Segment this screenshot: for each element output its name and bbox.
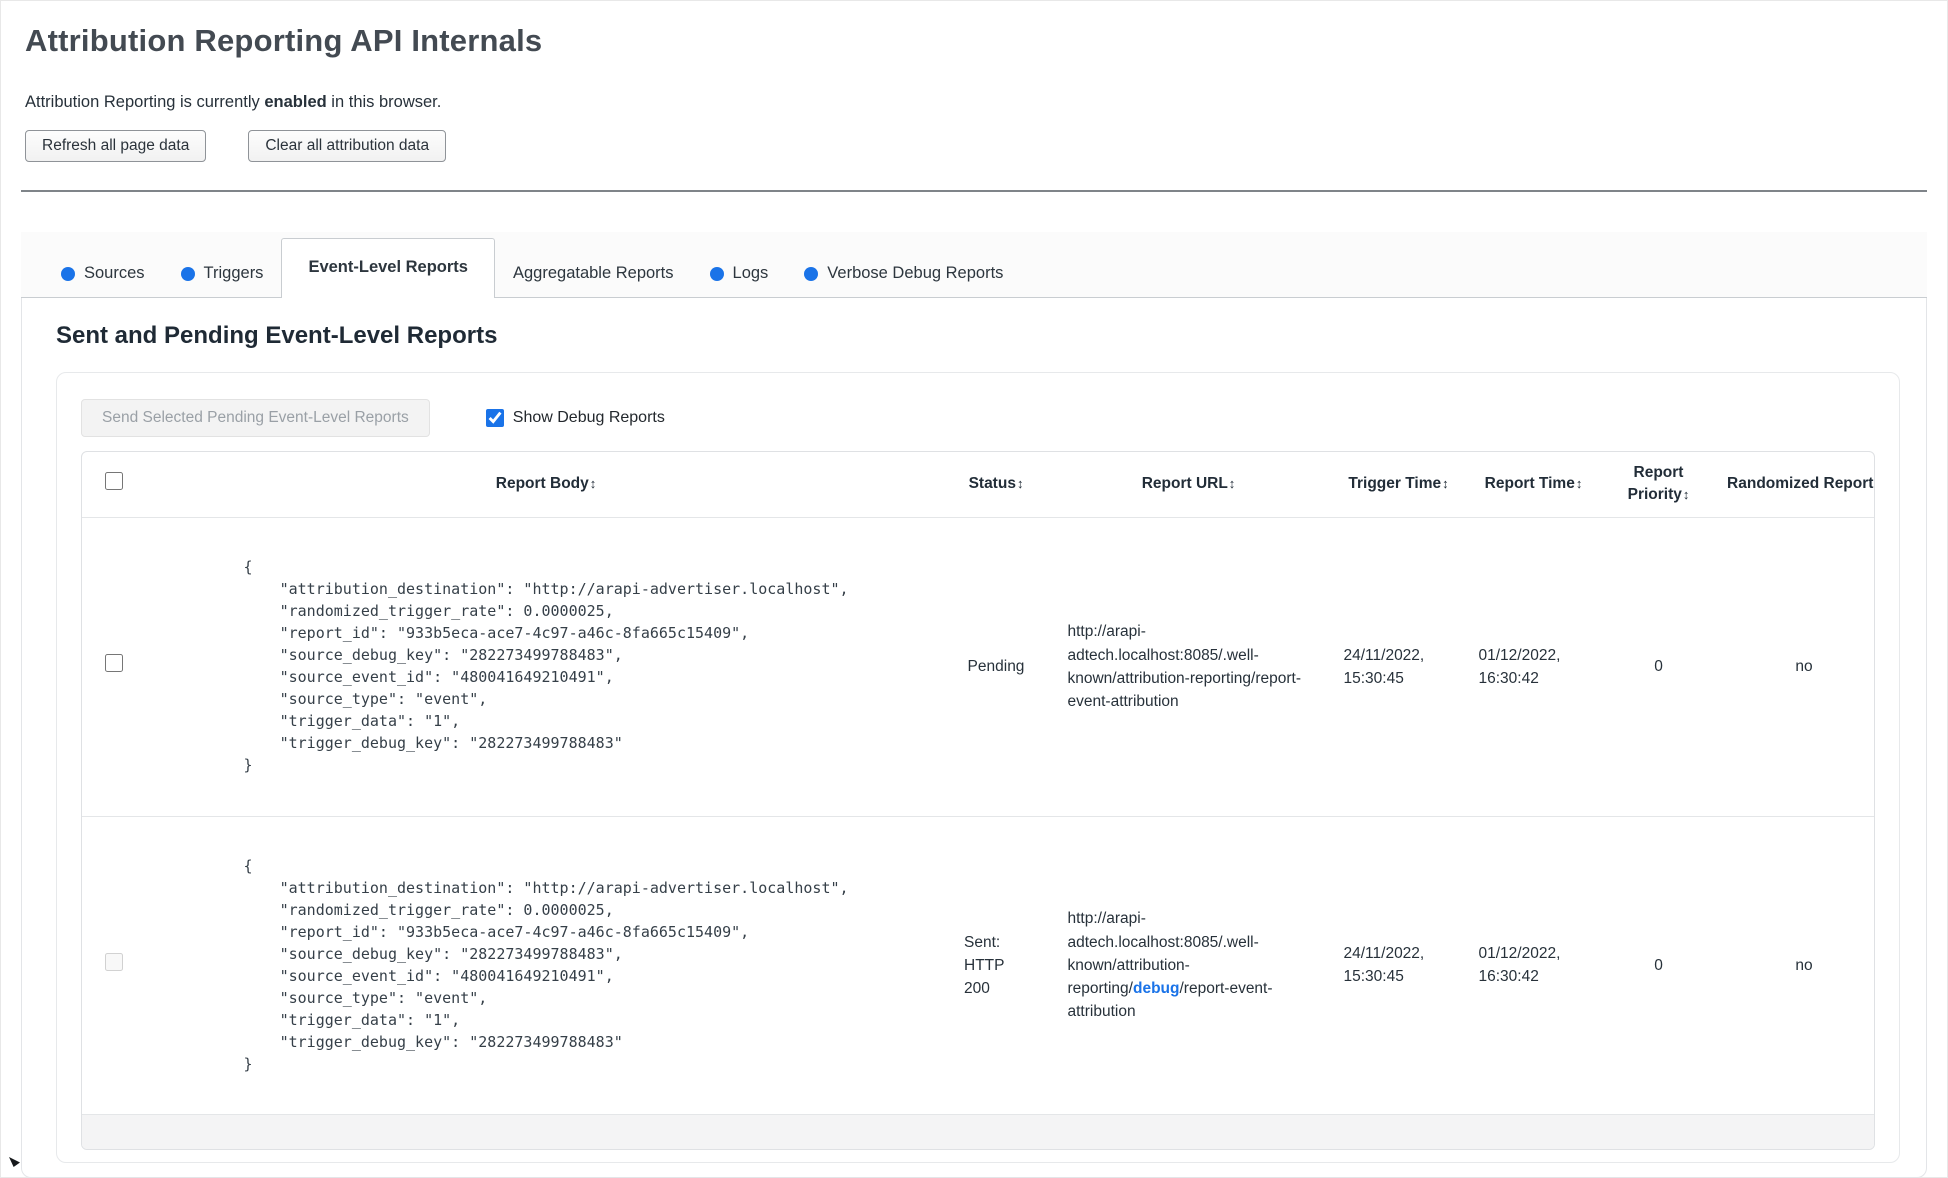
report-url-cell: http://arapi-adtech.localhost:8085/.well… xyxy=(1046,517,1331,816)
top-button-row: Refresh all page data Clear all attribut… xyxy=(25,130,1923,162)
panel-controls: Send Selected Pending Event-Level Report… xyxy=(81,399,1875,437)
column-header-trigger-time[interactable]: Trigger Time↕ xyxy=(1331,452,1466,518)
column-header-status[interactable]: Status↕ xyxy=(946,452,1046,518)
column-header-report-url[interactable]: Report URL↕ xyxy=(1046,452,1331,518)
status-cell: Sent: HTTP 200 xyxy=(946,815,1046,1115)
report-body-cell: { "attribution_destination": "http://ara… xyxy=(146,517,946,816)
send-selected-reports-button[interactable]: Send Selected Pending Event-Level Report… xyxy=(81,399,430,437)
refresh-all-button[interactable]: Refresh all page data xyxy=(25,130,207,162)
row-select-checkbox-disabled xyxy=(105,952,123,971)
reports-table: Report Body↕ Status↕ Report URL↕ Trigger… xyxy=(82,452,1875,1149)
tab-box: Sources Triggers Event-Level Reports Agg… xyxy=(21,232,1927,1178)
blue-dot-icon xyxy=(709,266,724,281)
trigger-time-cell: 24/11/2022, 15:30:45 xyxy=(1343,646,1425,687)
attribution-internals-page: Attribution Reporting API Internals Attr… xyxy=(1,1,1947,1178)
blue-dot-icon xyxy=(180,266,195,281)
table-footer-row xyxy=(82,1114,1874,1149)
column-header-report-body[interactable]: Report Body↕ xyxy=(146,452,946,518)
tab-sources[interactable]: Sources xyxy=(43,250,163,297)
trigger-time-cell: 24/11/2022, 15:30:45 xyxy=(1331,815,1466,1115)
tab-event-level-reports[interactable]: Event-Level Reports xyxy=(281,238,495,298)
table-header-row: Report Body↕ Status↕ Report URL↕ Trigger… xyxy=(82,452,1875,518)
report-time-cell: 01/12/2022, 16:30:42 xyxy=(1466,815,1601,1115)
section-heading: Sent and Pending Event-Level Reports xyxy=(56,322,498,349)
report-priority-cell: 0 xyxy=(1601,815,1716,1115)
status-enabled-text: enabled xyxy=(264,93,327,111)
page-header: Attribution Reporting API Internals Attr… xyxy=(1,23,1947,162)
tab-label: Event-Level Reports xyxy=(308,258,468,276)
tab-label: Aggregatable Reports xyxy=(512,264,674,282)
report-body-json: { "attribution_destination": "http://ara… xyxy=(243,557,849,775)
status-cell: Pending xyxy=(967,658,1025,676)
sort-icon: ↕ xyxy=(1575,476,1583,492)
report-time-cell: 01/12/2022, 16:30:42 xyxy=(1478,646,1561,687)
report-url-cell: http://arapi-adtech.localhost:8085/.well… xyxy=(1046,815,1331,1115)
show-debug-reports-checkbox[interactable] xyxy=(485,409,504,427)
report-url-text: http://arapi-adtech.localhost:8085/.well… xyxy=(1067,623,1301,711)
column-header-randomized-report[interactable]: Randomized Report↕ xyxy=(1716,452,1875,518)
debug-path-highlight: debug xyxy=(1132,980,1180,998)
select-all-header-cell xyxy=(82,452,146,518)
sort-icon: ↕ xyxy=(1228,476,1236,492)
randomized-report-cell: no xyxy=(1795,658,1813,676)
row-select-checkbox[interactable] xyxy=(105,654,123,673)
report-body-json: { "attribution_destination": "http://ara… xyxy=(243,856,849,1074)
show-debug-reports-toggle[interactable]: Show Debug Reports xyxy=(485,409,665,427)
status-prefix: Attribution Reporting is currently xyxy=(25,93,265,111)
report-body-cell: { "attribution_destination": "http://ara… xyxy=(146,815,946,1115)
report-row-pending: { "attribution_destination": "http://ara… xyxy=(82,517,1874,816)
tab-label: Verbose Debug Reports xyxy=(827,264,1004,282)
tab-triggers[interactable]: Triggers xyxy=(163,250,282,297)
report-priority-cell: 0 xyxy=(1654,658,1663,676)
clear-all-button[interactable]: Clear all attribution data xyxy=(248,130,447,162)
report-url-text: http://arapi-adtech.localhost:8085/.well… xyxy=(1067,910,1273,1021)
row-select-cell xyxy=(82,815,146,1115)
page-title: Attribution Reporting API Internals xyxy=(25,23,543,58)
show-debug-reports-label: Show Debug Reports xyxy=(512,409,665,426)
blue-dot-icon xyxy=(61,266,75,281)
tab-logs[interactable]: Logs xyxy=(692,250,787,297)
reports-table-container: Report Body↕ Status↕ Report URL↕ Trigger… xyxy=(81,451,1875,1150)
column-header-report-time[interactable]: Report Time↕ xyxy=(1466,452,1601,518)
sort-icon: ↕ xyxy=(1016,476,1024,492)
blue-dot-icon xyxy=(804,266,819,281)
tab-panel-event-level-reports: Sent and Pending Event-Level Reports Sen… xyxy=(21,298,1927,1178)
select-all-checkbox[interactable] xyxy=(105,471,123,490)
column-header-report-priority[interactable]: Report Priority↕ xyxy=(1601,452,1716,518)
reports-panel: Send Selected Pending Event-Level Report… xyxy=(56,372,1900,1163)
tab-aggregatable-reports[interactable]: Aggregatable Reports xyxy=(495,250,692,297)
tab-label: Triggers xyxy=(203,264,264,282)
header-divider xyxy=(21,190,1927,192)
tab-verbose-debug-reports[interactable]: Verbose Debug Reports xyxy=(786,250,1021,297)
mouse-cursor-icon xyxy=(9,1157,20,1167)
table-footer-strip xyxy=(82,1114,1874,1149)
tab-label: Sources xyxy=(84,264,145,282)
randomized-report-cell: no xyxy=(1716,815,1874,1115)
sort-icon: ↕ xyxy=(589,476,597,492)
sort-icon: ↕ xyxy=(1682,487,1690,503)
api-status-line: Attribution Reporting is currently enabl… xyxy=(25,93,1923,112)
status-suffix: in this browser. xyxy=(326,93,442,111)
sort-icon: ↕ xyxy=(1442,476,1449,492)
tab-strip: Sources Triggers Event-Level Reports Agg… xyxy=(21,232,1927,298)
tab-label: Logs xyxy=(732,264,769,282)
sort-icon: ↕ xyxy=(1874,476,1875,491)
row-select-cell xyxy=(82,517,146,816)
report-row-sent: { "attribution_destination": "http://ara… xyxy=(82,815,1874,1115)
